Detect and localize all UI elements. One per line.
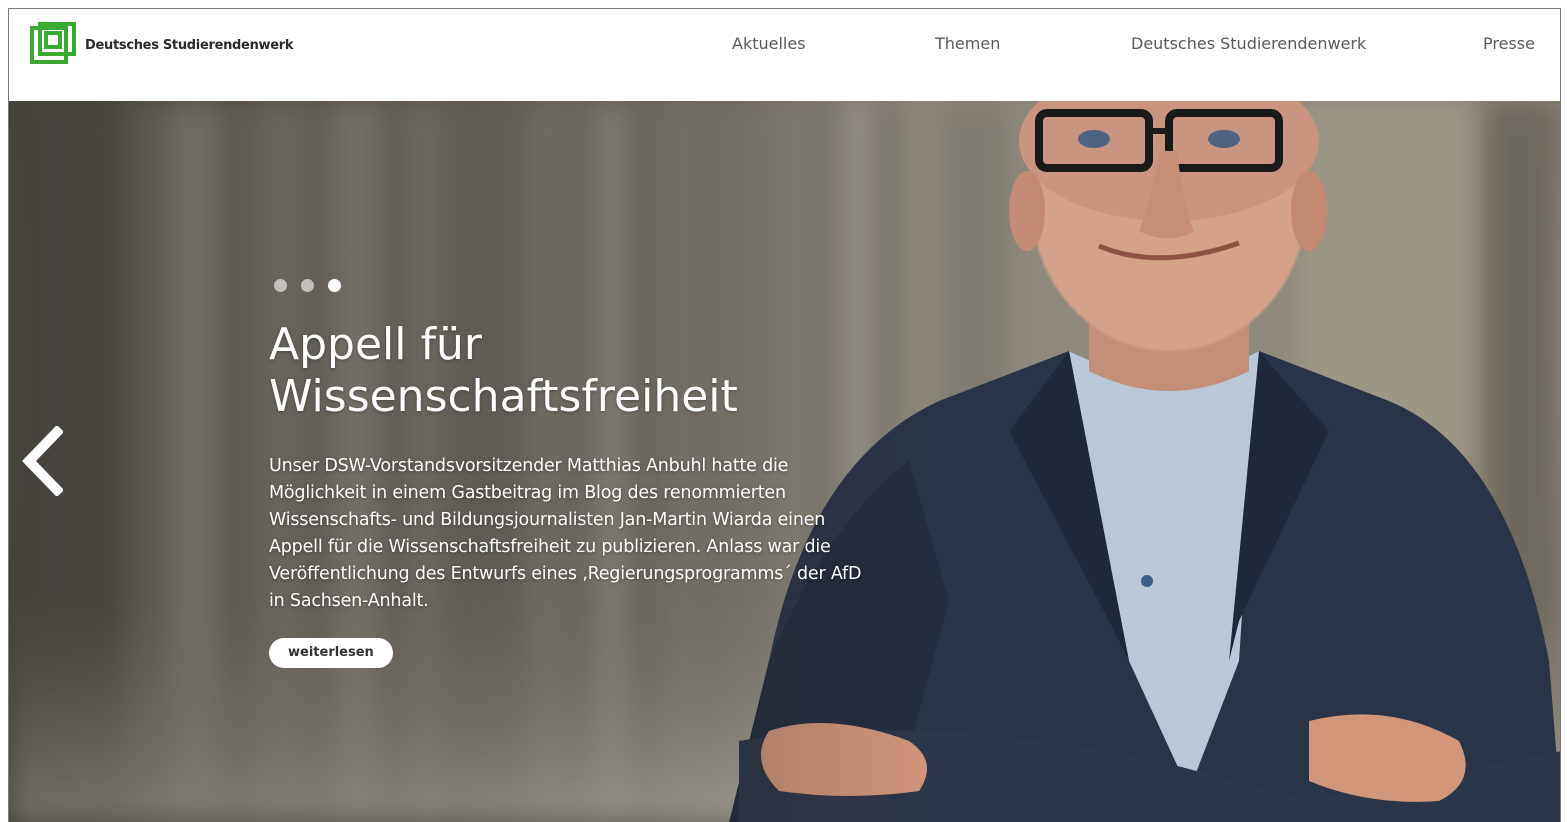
slider-dot-1[interactable]	[274, 279, 287, 292]
slider-dot-2[interactable]	[301, 279, 314, 292]
slide-teaser: Unser DSW-Vorstandsvorsitzender Matthias…	[269, 456, 862, 611]
nav-item-aktuelles[interactable]: Aktuelles	[732, 34, 806, 53]
chevron-left-icon[interactable]	[19, 426, 63, 496]
site-header: Deutsches Studierendenwerk Aktuelles The…	[9, 9, 1560, 101]
slide-title: Appell für Wissenschaftsfreiheit	[269, 319, 829, 423]
brand-name[interactable]: Deutsches Studierendenwerk	[85, 38, 294, 53]
nav-item-themen[interactable]: Themen	[935, 34, 1000, 53]
nav-item-deutsches-studierendenwerk[interactable]: Deutsches Studierendenwerk	[1131, 34, 1366, 53]
dsw-logo-icon[interactable]	[30, 22, 76, 64]
slider-dot-3[interactable]	[328, 279, 341, 292]
slide-title-line2: Wissenschaftsfreiheit	[269, 371, 738, 422]
slide-title-line1: Appell für	[269, 319, 482, 370]
read-more-button[interactable]: weiterlesen	[269, 638, 393, 668]
hero-slider: Appell für Wissenschaftsfreiheit Unser D…	[9, 101, 1560, 822]
nav-item-presse[interactable]: Presse	[1483, 34, 1535, 53]
slider-dots	[274, 279, 341, 292]
browser-viewport: Deutsches Studierendenwerk Aktuelles The…	[8, 8, 1561, 822]
